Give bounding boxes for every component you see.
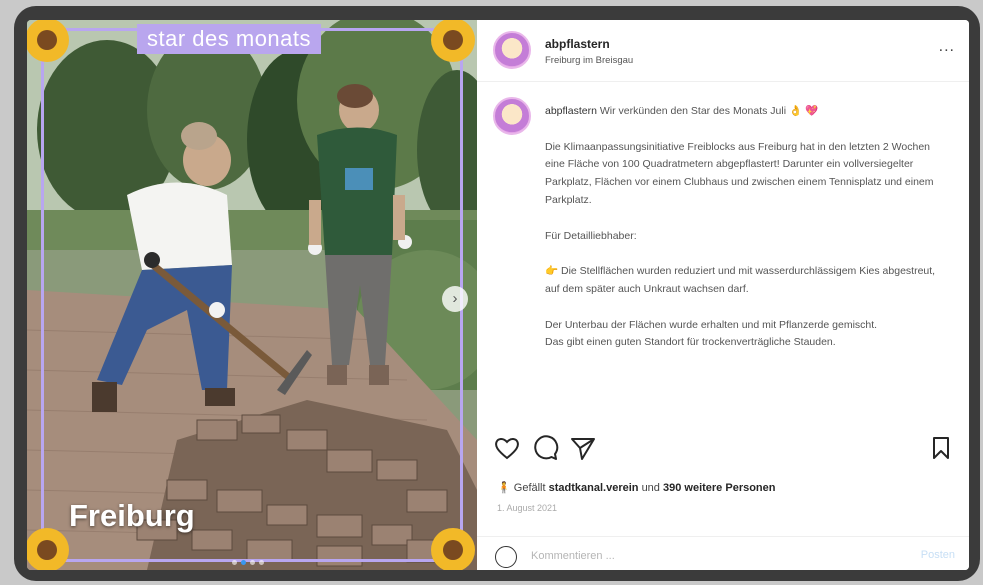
sunflower-icon <box>27 528 69 570</box>
emoji-icon[interactable] <box>495 546 517 568</box>
caption-area: abpflastern Wir verkünden den Star des M… <box>477 83 969 419</box>
comment-icon[interactable] <box>531 434 559 462</box>
caption-intro: Wir verkünden den Star des Monats Juli 👌… <box>599 105 819 117</box>
comment-input[interactable] <box>531 546 891 566</box>
action-bar <box>477 430 969 470</box>
post-header: abpflastern Freiburg im Breisgau ... <box>477 20 969 82</box>
avatar[interactable] <box>493 97 531 135</box>
bookmark-icon[interactable] <box>927 434 955 462</box>
next-image-button[interactable]: › <box>442 286 468 312</box>
caption-paragraph: 👉 Die Stellflächen wurden reduziert und … <box>545 265 936 295</box>
caption-paragraph: Der Unterbau der Flächen wurde erhalten … <box>545 318 878 331</box>
star-des-monats-banner: star des monats <box>137 24 322 54</box>
sunflower-icon <box>431 528 475 570</box>
post-side-panel: abpflastern Freiburg im Breisgau ... abp… <box>477 20 969 570</box>
likes-summary: 🧍 Gefällt stadtkanal.verein und 390 weit… <box>497 481 776 494</box>
heart-icon[interactable] <box>493 434 521 462</box>
likes-middle: und <box>641 482 660 494</box>
carousel-dot-active <box>241 560 246 565</box>
location-overlay-text: Freiburg <box>69 498 195 533</box>
more-options-button[interactable]: ... <box>939 38 955 56</box>
location-link[interactable]: Freiburg im Breisgau <box>545 55 633 66</box>
likes-prefix: Gefällt <box>513 482 546 494</box>
carousel-dot <box>232 560 237 565</box>
carousel-dots <box>232 560 264 565</box>
garden-scene-image <box>27 20 477 570</box>
comment-bar: Posten <box>477 536 969 570</box>
caption-paragraph: Das gibt einen guten Standort für trocke… <box>545 336 836 349</box>
caption-username[interactable]: abpflastern <box>545 105 597 117</box>
avatar[interactable] <box>493 31 531 69</box>
share-icon[interactable] <box>569 434 597 462</box>
post-photo[interactable]: star des monats Freiburg › <box>27 20 477 570</box>
post-comment-button[interactable]: Posten <box>921 549 955 561</box>
carousel-dot <box>250 560 255 565</box>
liker-username[interactable]: stadtkanal.verein <box>549 482 639 494</box>
carousel-dot <box>259 560 264 565</box>
username-link[interactable]: abpflastern <box>545 37 610 51</box>
sunflower-icon <box>27 20 69 62</box>
liker-avatar-icon: 🧍 <box>497 482 511 494</box>
post-date: 1. August 2021 <box>497 503 558 513</box>
caption-paragraph: Die Klimaanpassungsinitiative Freiblocks… <box>545 140 934 206</box>
post-caption: abpflastern Wir verkünden den Star des M… <box>545 103 947 370</box>
sunflower-icon <box>431 20 475 62</box>
likes-others-link[interactable]: 390 weitere Personen <box>663 482 776 494</box>
instagram-post-window: star des monats Freiburg › abpflastern F… <box>27 20 969 570</box>
caption-paragraph: Für Detailliebhaber: <box>545 229 637 242</box>
